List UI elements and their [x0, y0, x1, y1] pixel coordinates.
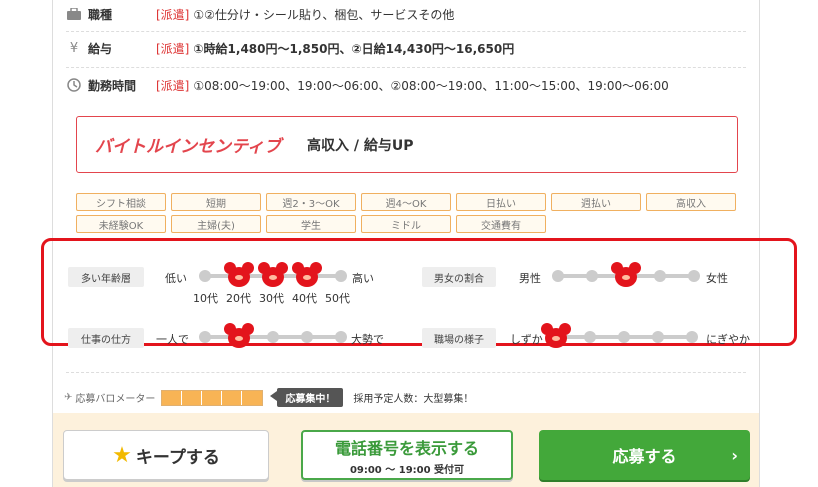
barometer-label: 応募バロメーター	[75, 394, 156, 405]
barometer-cell	[202, 390, 223, 405]
yen-icon: ¥	[69, 40, 79, 56]
atmosphere-right-label: にぎやか	[706, 333, 750, 346]
age-right-label: 高い	[352, 272, 374, 285]
mouse-marker-icon	[611, 262, 641, 288]
barometer-badge: 応募集中！	[270, 388, 344, 407]
age-tick-label: 30代	[259, 292, 284, 305]
incentive-logo: バイトルインセンティブ	[95, 137, 281, 157]
hours-row: 勤務時間 [派遣] ①08:00〜19:00、19:00〜06:00、②08:0…	[66, 73, 669, 97]
feature-tag: 週4〜OK	[361, 193, 451, 211]
feature-tag: 週払い	[551, 193, 641, 211]
hours-label: 勤務時間	[88, 78, 137, 93]
mouse-marker-icon	[224, 323, 254, 349]
phone-hours: 09:00 〜 19:00 受付可	[349, 464, 465, 476]
age-left-label: 低い	[165, 272, 187, 285]
atmosphere-dot	[618, 331, 630, 343]
feature-tag: シフト相談	[76, 193, 166, 211]
gender-dot	[552, 270, 564, 282]
work-style-right-label: 大勢で	[351, 333, 384, 346]
pay-tag: [派遣]	[156, 41, 190, 56]
atmosphere-slider-label: 職場の様子	[422, 328, 496, 348]
gender-dot	[688, 270, 700, 282]
atmosphere-dot	[584, 331, 596, 343]
gender-left-label: 男性	[519, 272, 541, 285]
keep-button[interactable]: ★ キープする	[63, 430, 269, 480]
feature-tags: シフト相談 短期 週2・3〜OK 週4〜OK 日払い 週払い 高収入未経験OK 主婦(夫) 学生…	[76, 193, 738, 233]
job-type-value: ①②仕分け・シール貼り、梱包、サービスその他	[193, 7, 455, 22]
show-phone-label: 電話番号を表示する	[334, 438, 479, 458]
age-dot	[199, 270, 211, 282]
gender-dot	[654, 270, 666, 282]
feature-tag: 主婦(夫)	[171, 215, 261, 233]
feature-tag: 週2・3〜OK	[266, 193, 356, 211]
feature-tag: 日払い	[456, 193, 546, 211]
age-tick-label: 50代	[325, 292, 350, 305]
gender-slider-label: 男女の割合	[422, 267, 496, 287]
star-icon: ★	[112, 442, 132, 468]
work-style-dot	[301, 331, 313, 343]
work-style-slider-label: 仕事の仕方	[68, 328, 144, 348]
chevron-right-icon: ›	[731, 445, 738, 465]
age-tick-label: 20代	[226, 292, 251, 305]
feature-tag: 学生	[266, 215, 356, 233]
hours-value: ①08:00〜19:00、19:00〜06:00、②08:00〜19:00、11…	[193, 78, 669, 93]
mouse-marker-icon	[541, 323, 571, 349]
job-type-tag: [派遣]	[156, 7, 190, 22]
barometer-note: 採用予定人数：大型募集！	[353, 394, 474, 405]
work-style-dot	[267, 331, 279, 343]
atmosphere-left-label: しずか	[510, 333, 543, 346]
work-style-left-label: 一人で	[156, 333, 189, 346]
atmosphere-dot	[652, 331, 664, 343]
feature-tag: 短期	[171, 193, 261, 211]
feature-tag: 未経験OK	[76, 215, 166, 233]
mouse-marker-icon	[258, 262, 288, 288]
application-barometer: ✈ 応募バロメーター 応募集中！ 採用予定人数：大型募集！	[64, 388, 473, 407]
mouse-marker-icon	[224, 262, 254, 288]
gender-dot	[586, 270, 598, 282]
pay-row: ¥ 給与 [派遣] ①時給1,480円〜1,850円、②日給14,430円〜16…	[66, 36, 514, 60]
divider	[66, 31, 746, 32]
job-type-label: 職種	[88, 7, 113, 22]
age-tick-label: 10代	[193, 292, 218, 305]
pay-label: 給与	[88, 41, 113, 56]
incentive-banner[interactable]: バイトルインセンティブ 高収入 / 給与UP	[76, 116, 738, 173]
clock-icon	[66, 77, 82, 93]
briefcase-icon	[66, 6, 82, 22]
mouse-marker-icon	[292, 262, 322, 288]
age-tick-label: 40代	[292, 292, 317, 305]
divider	[66, 372, 746, 373]
job-type-row: 職種 [派遣] ①②仕分け・シール貼り、梱包、サービスその他	[66, 2, 454, 26]
barometer-cell	[242, 390, 263, 405]
work-style-dot	[335, 331, 347, 343]
hours-tag: [派遣]	[156, 78, 190, 93]
barometer-cell	[162, 390, 183, 405]
divider	[66, 67, 746, 68]
age-slider-label: 多い年齢層	[68, 267, 144, 287]
work-style-dot	[199, 331, 211, 343]
incentive-text: 高収入 / 給与UP	[306, 137, 414, 154]
barometer-cell	[182, 390, 203, 405]
apply-button-label: 応募する	[612, 447, 677, 466]
highlight-frame	[41, 238, 797, 346]
pay-value: ①時給1,480円〜1,850円、②日給14,430円〜16,650円	[193, 41, 515, 56]
barometer-meter	[161, 389, 264, 406]
show-phone-button[interactable]: 電話番号を表示する 09:00 〜 19:00 受付可	[301, 430, 513, 480]
feature-tag: 高収入	[646, 193, 736, 211]
age-dot	[335, 270, 347, 282]
feature-tag: ミドル	[361, 215, 451, 233]
apply-button[interactable]: 応募する ›	[539, 430, 750, 480]
gender-right-label: 女性	[706, 272, 728, 285]
keep-button-label: キープする	[135, 447, 220, 468]
atmosphere-dot	[686, 331, 698, 343]
megaphone-icon: ✈	[64, 392, 73, 403]
feature-tag: 交通費有	[456, 215, 546, 233]
barometer-cell	[222, 390, 243, 405]
